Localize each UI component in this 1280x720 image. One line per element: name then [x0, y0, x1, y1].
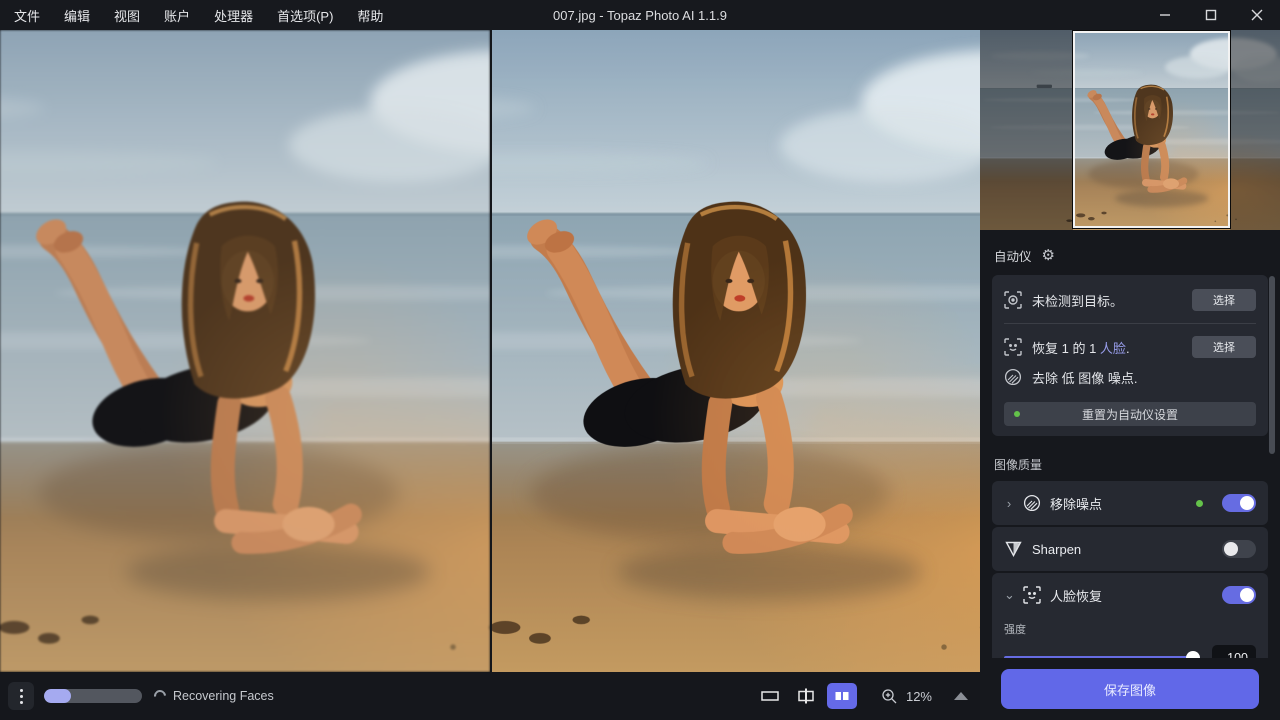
zoom-control[interactable]: 12% — [881, 688, 932, 705]
sharpen-label: Sharpen — [1032, 542, 1213, 557]
toggle-knob — [1240, 588, 1254, 602]
zoom-dropdown-arrow-icon[interactable] — [954, 692, 968, 700]
original-photo — [0, 30, 490, 672]
dot — [20, 689, 23, 692]
noise-status-text: 去除 低 图像 噪点. — [1032, 368, 1256, 387]
toggle-knob — [1240, 496, 1254, 510]
target-status-text: 未检测到目标。 — [1032, 291, 1182, 310]
menu-edit[interactable]: 编辑 — [54, 2, 100, 29]
progress-fill — [44, 689, 71, 703]
sharpen-card: Sharpen — [992, 527, 1268, 571]
image-quality-section-title: 图像质量 — [980, 438, 1280, 481]
remove-noise-card: › 移除噪点 — [992, 481, 1268, 525]
status-bar: Recovering Faces 12% — [0, 672, 980, 720]
menu-processor[interactable]: 处理器 — [204, 2, 263, 29]
original-image-pane[interactable] — [0, 30, 490, 672]
zoom-level-value[interactable]: 12% — [906, 689, 932, 704]
navigator-viewport-box[interactable] — [1073, 31, 1230, 228]
autopilot-card: 未检测到目标。 选择 恢复 1 的 1 人脸. 选择 — [992, 275, 1268, 436]
spinner-icon — [152, 688, 169, 705]
autopilot-face-row: 恢复 1 的 1 人脸. 选择 — [1004, 332, 1256, 362]
chevron-right-icon[interactable]: › — [1004, 496, 1014, 511]
processing-progress-bar — [44, 689, 142, 703]
navigator-dim-left — [980, 30, 1073, 230]
noise-level-icon — [1004, 368, 1022, 386]
autopilot-status-dot — [1014, 411, 1020, 417]
remove-noise-toggle[interactable] — [1222, 494, 1256, 512]
save-image-button[interactable]: 保存图像 — [1001, 669, 1259, 709]
autopilot-divider — [1004, 323, 1256, 324]
autopilot-title: 自动仪 — [994, 246, 1032, 265]
save-bar: 保存图像 — [980, 658, 1280, 720]
autopilot-noise-row: 去除 低 图像 噪点. — [1004, 362, 1256, 392]
menu-preferences[interactable]: 首选项(P) — [267, 2, 343, 29]
title-bar: 文件 编辑 视图 账户 处理器 首选项(P) 帮助 007.jpg - Topa… — [0, 0, 1280, 30]
side-by-side-view-button[interactable] — [827, 683, 857, 709]
gear-icon[interactable]: ⚙ — [1042, 248, 1055, 263]
dot — [20, 701, 23, 704]
panel-scrollbar[interactable] — [1269, 276, 1275, 454]
remove-noise-row[interactable]: › 移除噪点 — [992, 481, 1268, 525]
face-recovery-label: 人脸恢复 — [1050, 586, 1213, 605]
face-status-accent: 人脸 — [1100, 341, 1126, 356]
sharpen-row[interactable]: Sharpen — [992, 527, 1268, 571]
close-button[interactable] — [1234, 0, 1280, 30]
menu-bar: 文件 编辑 视图 账户 处理器 首选项(P) 帮助 — [0, 2, 393, 29]
side-panel: 自动仪 ⚙ 未检测到目标。 选择 — [980, 30, 1280, 720]
settings-scroll-area: 自动仪 ⚙ 未检测到目标。 选择 — [980, 230, 1280, 688]
reset-autopilot-button[interactable]: 重置为自动仪设置 — [1004, 402, 1256, 426]
face-select-button[interactable]: 选择 — [1192, 336, 1256, 358]
view-controls: 12% — [755, 683, 968, 709]
strength-label: 强度 — [1004, 621, 1256, 637]
menu-view[interactable]: 视图 — [104, 2, 150, 29]
navigator-dim-right — [1230, 30, 1280, 230]
reset-autopilot-label: 重置为自动仪设置 — [1082, 408, 1178, 422]
navigator-thumbnail[interactable] — [980, 30, 1280, 230]
chevron-down-icon[interactable]: ⌄ — [1004, 587, 1014, 603]
face-detect-icon — [1004, 338, 1022, 356]
minimize-button[interactable] — [1142, 0, 1188, 30]
window-title: 007.jpg - Topaz Photo AI 1.1.9 — [553, 8, 727, 23]
autopilot-header: 自动仪 ⚙ — [980, 230, 1280, 273]
window-controls — [1142, 0, 1280, 30]
face-recovery-toggle[interactable] — [1222, 586, 1256, 604]
menu-file[interactable]: 文件 — [4, 2, 50, 29]
zoom-magnifier-icon — [881, 688, 898, 705]
single-view-button[interactable] — [755, 683, 785, 709]
face-recovery-icon — [1023, 586, 1041, 604]
menu-help[interactable]: 帮助 — [347, 2, 393, 29]
face-status-text: 恢复 1 的 1 人脸. — [1032, 338, 1182, 357]
face-status-prefix: 恢复 1 的 1 — [1032, 341, 1100, 356]
target-detect-icon — [1004, 291, 1022, 309]
app-window: 文件 编辑 视图 账户 处理器 首选项(P) 帮助 007.jpg - Topa… — [0, 0, 1280, 720]
target-select-button[interactable]: 选择 — [1192, 289, 1256, 311]
toggle-knob — [1224, 542, 1238, 556]
dot — [20, 695, 23, 698]
remove-noise-icon — [1023, 494, 1041, 512]
image-viewer — [0, 30, 980, 672]
sharpen-toggle[interactable] — [1222, 540, 1256, 558]
split-view-button[interactable] — [791, 683, 821, 709]
remove-noise-auto-dot — [1196, 500, 1203, 507]
face-recovery-row[interactable]: ⌄ 人脸恢复 — [992, 573, 1268, 617]
processing-status-text: Recovering Faces — [173, 689, 274, 703]
processed-photo — [492, 30, 980, 672]
autopilot-target-row: 未检测到目标。 选择 — [1004, 285, 1256, 315]
remove-noise-label: 移除噪点 — [1050, 494, 1187, 513]
maximize-button[interactable] — [1188, 0, 1234, 30]
face-status-suffix: . — [1126, 341, 1130, 356]
sharpen-icon — [1004, 541, 1023, 557]
queue-menu-button[interactable] — [8, 682, 34, 710]
processed-image-pane[interactable] — [492, 30, 980, 672]
menu-account[interactable]: 账户 — [154, 2, 200, 29]
